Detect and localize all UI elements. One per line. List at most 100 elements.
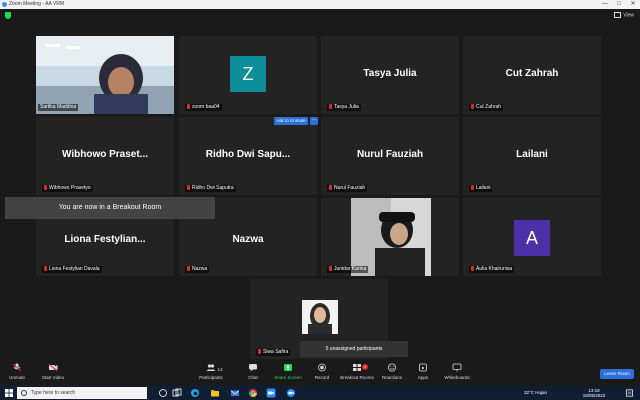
task-view-icon[interactable] bbox=[158, 388, 168, 398]
more-options-button[interactable]: ··· bbox=[310, 117, 318, 125]
participant-name-label: zoom baa04 bbox=[185, 104, 222, 111]
minimize-button[interactable]: — bbox=[598, 0, 612, 9]
participant-display-name: Lailani bbox=[516, 149, 548, 160]
task-switch-icon[interactable] bbox=[172, 388, 182, 398]
breakout-rooms-button[interactable]: Breakout Rooms bbox=[338, 363, 376, 380]
video-tile[interactable]: Sartika Maddina bbox=[36, 36, 174, 114]
chat-icon bbox=[249, 364, 257, 372]
participant-display-name: Ridho Dwi Sapu... bbox=[205, 149, 291, 160]
muted-mic-icon bbox=[187, 185, 190, 191]
ask-to-unmute-button[interactable]: Ask to Unmute bbox=[274, 117, 308, 125]
start-video-button[interactable]: Start Video bbox=[40, 363, 66, 380]
zoom-app-secondary-icon[interactable] bbox=[286, 388, 296, 398]
mail-icon[interactable] bbox=[230, 388, 240, 398]
participants-icon bbox=[206, 364, 216, 371]
participant-display-name: Wibhowo Praset... bbox=[61, 149, 149, 160]
apps-button[interactable]: Apps bbox=[414, 363, 432, 380]
view-label: View bbox=[623, 12, 634, 19]
whiteboards-label: Whiteboards bbox=[444, 375, 470, 380]
participant-name-label: Wibhowo Prasetyo bbox=[42, 185, 93, 192]
search-placeholder: Type here to search bbox=[31, 390, 76, 396]
clock-date: 19/05/2022 bbox=[582, 393, 606, 398]
video-tile[interactable]: Tasya Julia Tasya Julia bbox=[321, 36, 459, 114]
video-tile[interactable]: Nurul Fauziah Nurul Fauziah bbox=[321, 117, 459, 195]
participant-display-name: Cut Zahrah bbox=[505, 68, 559, 79]
participant-photo bbox=[302, 300, 338, 334]
participants-count: 13 bbox=[217, 367, 223, 372]
camera-off-icon bbox=[48, 363, 58, 372]
chrome-browser-icon[interactable] bbox=[248, 388, 258, 398]
microphone-muted-icon bbox=[12, 363, 22, 372]
muted-mic-icon bbox=[44, 266, 47, 272]
zoom-logo-icon bbox=[2, 2, 7, 7]
breakout-notification-badge: 1 bbox=[362, 364, 368, 370]
participant-avatar: Z bbox=[230, 56, 266, 92]
leave-room-button[interactable]: Leave Room bbox=[600, 369, 634, 379]
record-button[interactable]: Record bbox=[312, 363, 332, 380]
participant-avatar: A bbox=[514, 220, 550, 256]
video-tile[interactable]: A Aulia Khairunisa bbox=[463, 198, 601, 276]
breakout-room-banner: You are now in a Breakout Room bbox=[5, 197, 215, 219]
whiteboards-button[interactable]: Whiteboards bbox=[440, 363, 474, 380]
participant-name-label: Tasya Julia bbox=[327, 104, 361, 111]
reactions-button[interactable]: Reactions bbox=[380, 363, 404, 380]
chat-label: Chat bbox=[248, 375, 258, 380]
system-clock[interactable]: 13:18 19/05/2022 bbox=[582, 388, 606, 398]
weather-widget[interactable]: 32°C Hujan bbox=[524, 390, 547, 395]
participant-name-label: Lailani bbox=[469, 185, 493, 192]
participant-display-name: Nazwa bbox=[232, 234, 264, 245]
file-explorer-icon[interactable] bbox=[210, 388, 220, 398]
breakout-rooms-label: Breakout Rooms bbox=[340, 375, 374, 380]
share-screen-label: Share Screen bbox=[274, 375, 302, 380]
muted-mic-icon bbox=[329, 185, 332, 191]
participants-label: Participants bbox=[199, 375, 223, 380]
grid-icon bbox=[614, 12, 622, 18]
shield-icon[interactable] bbox=[5, 12, 11, 19]
muted-mic-icon bbox=[258, 349, 261, 355]
notification-center-icon[interactable] bbox=[625, 388, 634, 398]
share-screen-icon bbox=[284, 364, 292, 371]
participant-name-label: Cut Zahrah bbox=[469, 104, 504, 111]
muted-mic-icon bbox=[329, 104, 332, 110]
muted-mic-icon bbox=[471, 185, 474, 191]
participant-photo bbox=[351, 198, 431, 276]
muted-mic-icon bbox=[187, 266, 190, 272]
participant-name-label: Nurul Fauziah bbox=[327, 185, 368, 192]
chat-button[interactable]: Chat bbox=[244, 363, 262, 380]
windows-start-icon[interactable] bbox=[4, 388, 14, 398]
meeting-top-strip bbox=[0, 9, 640, 25]
apps-label: Apps bbox=[417, 375, 429, 380]
participant-video bbox=[36, 36, 174, 114]
video-tile[interactable]: Ridho Dwi Sapu... Ridho Dwi Saputra bbox=[179, 117, 317, 195]
video-tile[interactable]: Lailani Lailani bbox=[463, 117, 601, 195]
edge-browser-icon[interactable] bbox=[190, 388, 200, 398]
record-label: Record bbox=[314, 375, 330, 380]
participant-name-label: Ridho Dwi Saputra bbox=[185, 185, 236, 192]
participant-name-label: Junidar Karina bbox=[327, 266, 369, 273]
participant-display-name: Nurul Fauziah bbox=[356, 149, 424, 160]
video-tile[interactable]: Junidar Karina bbox=[321, 198, 459, 276]
window-title: Zoom Meeting - AA VRM bbox=[9, 1, 65, 7]
video-tile[interactable]: Wibhowo Praset... Wibhowo Prasetyo bbox=[36, 117, 174, 195]
muted-mic-icon bbox=[187, 104, 190, 110]
search-icon bbox=[21, 389, 27, 396]
video-tile[interactable]: Cut Zahrah Cut Zahrah bbox=[463, 36, 601, 114]
video-tile[interactable]: Z zoom baa04 bbox=[179, 36, 317, 114]
zoom-app-icon[interactable] bbox=[266, 388, 276, 398]
muted-mic-icon bbox=[471, 266, 474, 272]
unmute-button[interactable]: Unmute bbox=[6, 363, 28, 380]
whiteboard-icon bbox=[452, 363, 462, 372]
start-video-label: Start Video bbox=[41, 375, 65, 380]
close-button[interactable]: ✕ bbox=[626, 0, 640, 9]
muted-mic-icon bbox=[44, 185, 47, 191]
view-button[interactable]: View bbox=[614, 12, 634, 18]
unassigned-participants-notice: 5 unassigned participants bbox=[300, 341, 408, 357]
participant-name-label: Siwa Safira bbox=[256, 349, 291, 356]
maximize-button[interactable]: □ bbox=[612, 0, 626, 9]
breakout-rooms-icon bbox=[353, 364, 361, 371]
share-screen-button[interactable]: Share Screen bbox=[274, 363, 302, 380]
muted-mic-icon bbox=[329, 266, 332, 272]
participant-name-label: Nazwa bbox=[185, 266, 210, 273]
taskbar-search-input[interactable]: Type here to search bbox=[17, 387, 147, 399]
participant-name-label: Sartika Maddina bbox=[38, 104, 79, 111]
